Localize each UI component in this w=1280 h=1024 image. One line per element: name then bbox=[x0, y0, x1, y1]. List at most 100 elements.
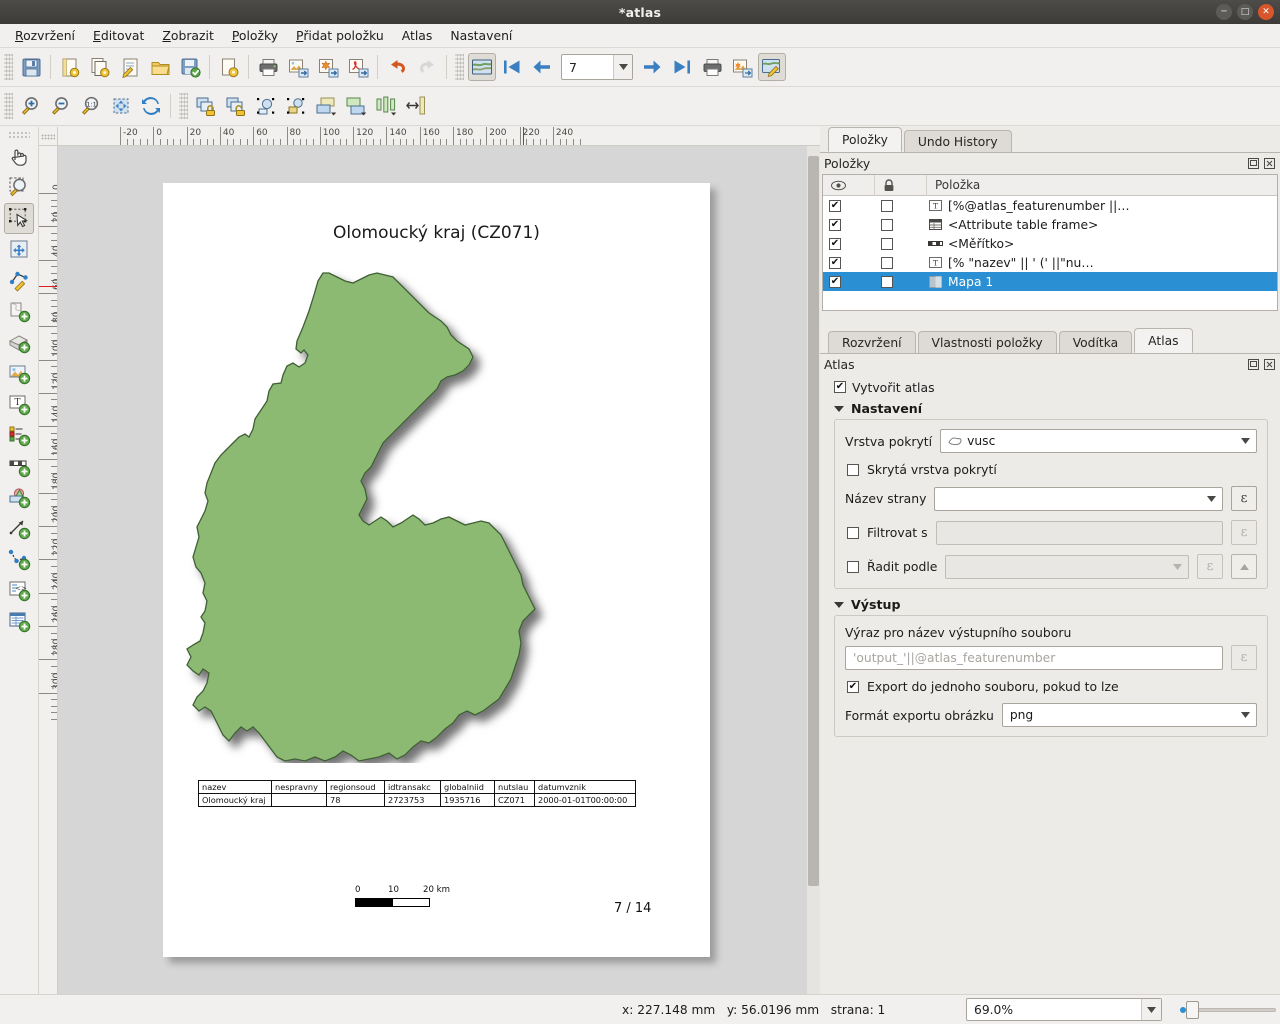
list-item[interactable]: ✔ <Měřítko> bbox=[823, 234, 1277, 253]
single-file-checkbox[interactable]: ✔ bbox=[847, 680, 859, 693]
new-from-template-button[interactable] bbox=[215, 53, 243, 81]
chevron-down-icon[interactable] bbox=[834, 601, 844, 608]
raise-items-button[interactable] bbox=[312, 92, 340, 120]
settings-group-header[interactable]: Nastavení bbox=[834, 401, 1268, 416]
lock-checkbox[interactable] bbox=[875, 218, 927, 231]
atlas-toolbar-grip[interactable] bbox=[455, 54, 464, 80]
distribute-items-button[interactable] bbox=[402, 92, 430, 120]
menu-polozky[interactable]: Položky bbox=[223, 25, 287, 46]
generate-atlas-row[interactable]: ✔ Vytvořit atlas bbox=[822, 375, 1278, 399]
menu-nastaveni[interactable]: Nastavení bbox=[441, 25, 521, 46]
tab-layout[interactable]: Rozvržení bbox=[828, 331, 916, 353]
zoom-level-combo[interactable]: 69.0% bbox=[966, 998, 1162, 1021]
maximize-button[interactable]: □ bbox=[1237, 4, 1253, 20]
menu-rozvrzeni[interactable]: Rozvržení bbox=[6, 25, 84, 46]
tab-atlas[interactable]: Atlas bbox=[1134, 328, 1193, 353]
duplicate-layout-button[interactable] bbox=[86, 53, 114, 81]
visibility-checkbox[interactable]: ✔ bbox=[823, 199, 875, 212]
add-scalebar-tool[interactable] bbox=[4, 451, 34, 482]
add-html-tool[interactable]: <> bbox=[4, 575, 34, 606]
hidden-coverage-row[interactable]: Skrytá vrstva pokrytí bbox=[845, 462, 1257, 477]
add-node-item-tool[interactable] bbox=[4, 544, 34, 575]
atlas-preview-toggle[interactable] bbox=[468, 53, 496, 81]
ungroup-items-button[interactable] bbox=[282, 92, 310, 120]
zoom-tool[interactable] bbox=[4, 172, 34, 203]
attribute-table-frame[interactable]: nazev nespravny regionsoud idtransakc gl… bbox=[198, 780, 636, 807]
add-picture-tool[interactable] bbox=[4, 358, 34, 389]
chevron-down-icon[interactable] bbox=[834, 405, 844, 412]
move-item-content-tool[interactable] bbox=[4, 234, 34, 265]
menu-editovat[interactable]: Editovat bbox=[84, 25, 153, 46]
minimize-button[interactable]: ─ bbox=[1216, 4, 1232, 20]
lock-checkbox[interactable] bbox=[875, 237, 927, 250]
single-file-row[interactable]: ✔ Export do jednoho souboru, pokud to lz… bbox=[845, 679, 1257, 694]
horizontal-ruler[interactable]: -20 0 20 40 60 80 100 120 140 160 180 200 220 240 bbox=[58, 127, 820, 146]
chevron-down-icon[interactable] bbox=[1200, 495, 1222, 502]
lock-checkbox[interactable] bbox=[875, 275, 927, 288]
lock-checkbox[interactable] bbox=[875, 199, 927, 212]
atlas-settings-button[interactable] bbox=[758, 53, 786, 81]
group-items-button[interactable] bbox=[252, 92, 280, 120]
undo-button[interactable] bbox=[383, 53, 411, 81]
list-item[interactable]: ✔ Mapa 1 bbox=[823, 272, 1277, 291]
visibility-checkbox[interactable]: ✔ bbox=[823, 275, 875, 288]
zoom-level-value[interactable]: 69.0% bbox=[967, 1003, 1141, 1017]
layout-manager-button[interactable] bbox=[116, 53, 144, 81]
toolbar-grip[interactable] bbox=[179, 93, 188, 119]
export-image-button[interactable] bbox=[284, 53, 312, 81]
unlock-items-button[interactable] bbox=[222, 92, 250, 120]
sort-checkbox[interactable] bbox=[847, 560, 859, 573]
chevron-down-icon[interactable] bbox=[1141, 999, 1161, 1020]
sort-direction-button[interactable] bbox=[1231, 554, 1257, 579]
add-arrow-tool[interactable] bbox=[4, 513, 34, 544]
close-panel-icon[interactable] bbox=[1263, 157, 1276, 170]
menu-zobrazit[interactable]: Zobrazit bbox=[153, 25, 222, 46]
add-3dmap-tool[interactable] bbox=[4, 327, 34, 358]
toolbar-grip[interactable] bbox=[4, 54, 13, 80]
canvas-vertical-scrollbar[interactable] bbox=[807, 146, 820, 994]
generate-atlas-checkbox[interactable]: ✔ bbox=[834, 381, 846, 393]
float-panel-icon[interactable] bbox=[1247, 157, 1260, 170]
toolbar-grip[interactable] bbox=[4, 93, 13, 119]
atlas-page-combo[interactable]: 7 bbox=[561, 54, 633, 80]
atlas-first-feature-button[interactable] bbox=[498, 53, 526, 81]
pan-layout-tool[interactable] bbox=[4, 141, 34, 172]
edit-nodes-tool[interactable] bbox=[4, 265, 34, 296]
add-map-tool[interactable] bbox=[4, 296, 34, 327]
float-panel-icon[interactable] bbox=[1247, 358, 1260, 371]
add-shape-tool[interactable] bbox=[4, 482, 34, 513]
zoom-slider[interactable] bbox=[1180, 1000, 1276, 1020]
atlas-print-button[interactable] bbox=[698, 53, 726, 81]
add-label-tool[interactable]: T bbox=[4, 389, 34, 420]
save-layout-button[interactable] bbox=[17, 53, 45, 81]
menu-atlas[interactable]: Atlas bbox=[393, 25, 442, 46]
visibility-checkbox[interactable]: ✔ bbox=[823, 237, 875, 250]
tab-guides[interactable]: Vodítka bbox=[1058, 331, 1133, 353]
export-svg-button[interactable] bbox=[314, 53, 342, 81]
atlas-prev-feature-button[interactable] bbox=[528, 53, 556, 81]
zoom-slider-track[interactable] bbox=[1186, 1007, 1276, 1012]
atlas-last-feature-button[interactable] bbox=[668, 53, 696, 81]
page-name-combo[interactable] bbox=[934, 486, 1223, 511]
save-template-button[interactable] bbox=[176, 53, 204, 81]
align-items-button[interactable] bbox=[372, 92, 400, 120]
hidden-coverage-checkbox[interactable] bbox=[847, 463, 859, 476]
atlas-page-value[interactable]: 7 bbox=[562, 60, 613, 75]
close-button[interactable]: ✕ bbox=[1258, 4, 1274, 20]
image-format-combo[interactable]: png bbox=[1001, 703, 1257, 727]
chevron-down-icon[interactable] bbox=[613, 55, 632, 79]
new-layout-button[interactable] bbox=[56, 53, 84, 81]
output-group-header[interactable]: Výstup bbox=[834, 597, 1268, 612]
select-move-item-tool[interactable] bbox=[4, 203, 34, 234]
add-attribute-table-tool[interactable] bbox=[4, 606, 34, 637]
map-title-label[interactable]: Olomoucký kraj (CZ071) bbox=[163, 223, 710, 243]
tab-items[interactable]: Položky bbox=[828, 127, 902, 152]
add-legend-tool[interactable] bbox=[4, 420, 34, 451]
zoom-out-button[interactable] bbox=[47, 92, 75, 120]
list-item[interactable]: ✔ T [%@atlas_featurenumber ||… bbox=[823, 196, 1277, 215]
refresh-view-button[interactable] bbox=[137, 92, 165, 120]
vertical-ruler[interactable]: 0204060801001201401601802002202402602803… bbox=[39, 146, 58, 994]
tab-undo-history[interactable]: Undo History bbox=[903, 130, 1012, 152]
filter-checkbox[interactable] bbox=[847, 526, 859, 539]
vertical-toolbar-grip[interactable] bbox=[8, 131, 30, 139]
